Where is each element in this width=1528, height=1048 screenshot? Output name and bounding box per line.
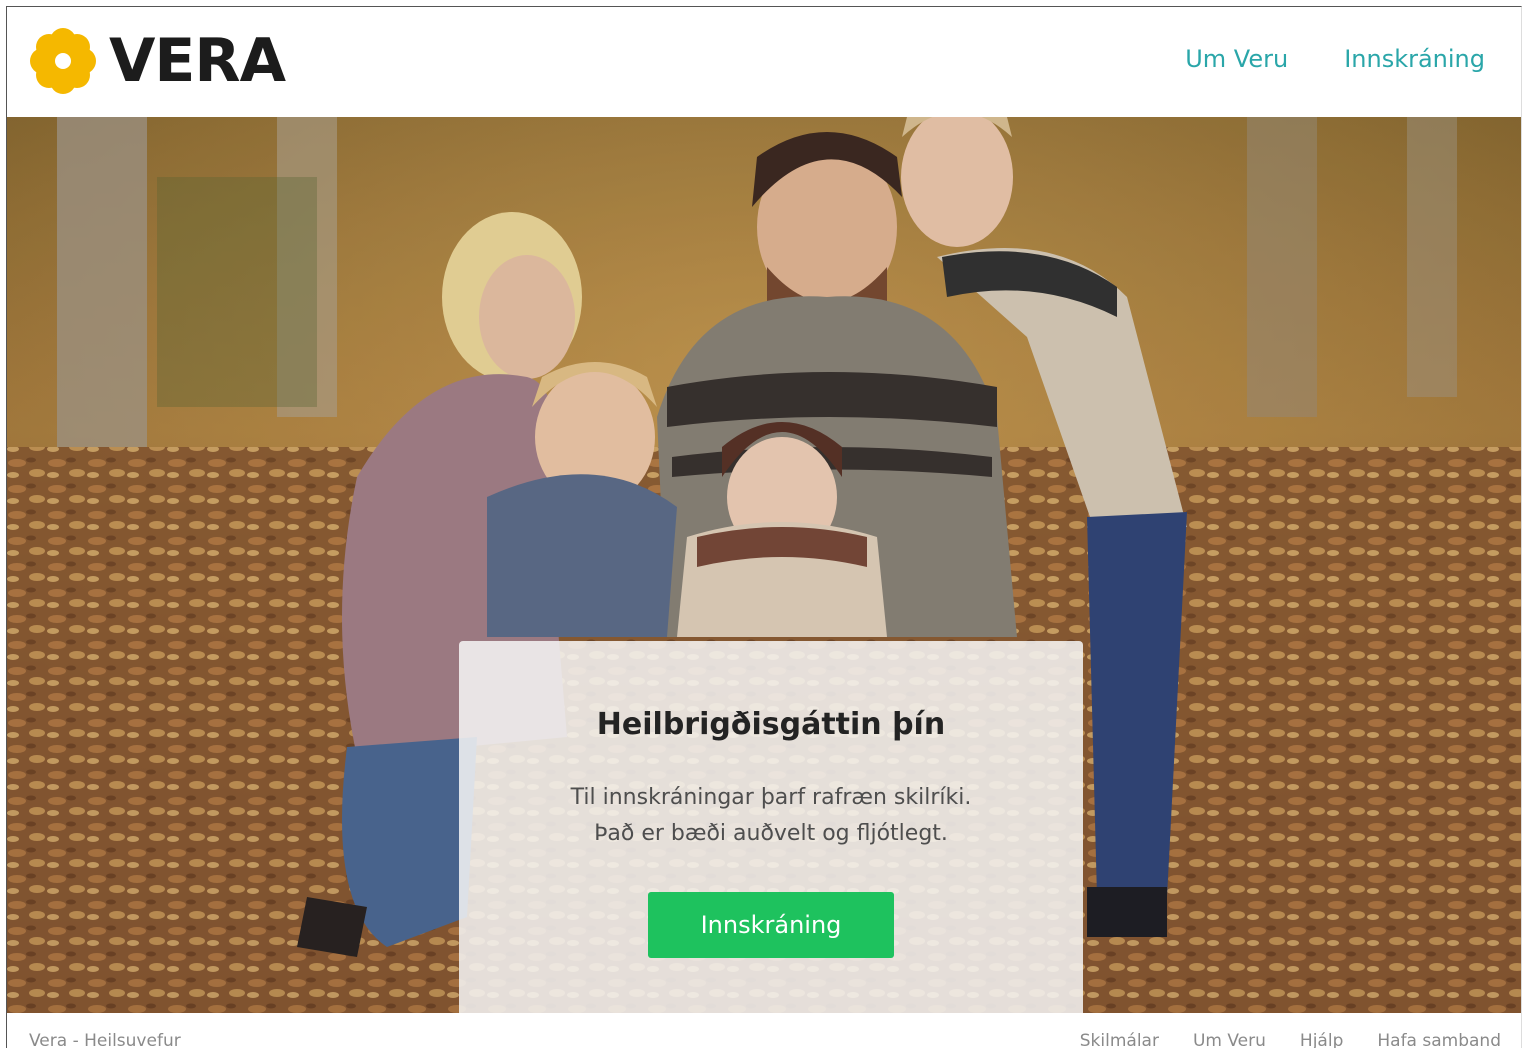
footer-link-help[interactable]: Hjálp <box>1300 1031 1343 1048</box>
card-title: Heilbrigðisgáttin þín <box>596 707 946 742</box>
nav-link-innskraning[interactable]: Innskráning <box>1344 45 1485 73</box>
login-button[interactable]: Innskráning <box>648 892 894 958</box>
footer: Vera - Heilsuvefur Skilmálar Um Veru Hjá… <box>7 1013 1521 1048</box>
card-description-line2: Það er bæði auðvelt og fljótlegt. <box>594 821 948 846</box>
card-description: Til innskráningar þarf rafræn skilríki. … <box>459 780 1083 852</box>
nav-link-um-veru[interactable]: Um Veru <box>1185 45 1288 73</box>
card-description-line1: Til innskráningar þarf rafræn skilríki. <box>570 785 972 810</box>
brand-name: VERA <box>109 26 286 96</box>
footer-site-name: Vera - Heilsuvefur <box>29 1031 181 1048</box>
top-nav: Um Veru Innskráning <box>1185 45 1485 73</box>
login-card: Heilbrigðisgáttin þín Til innskráningar … <box>459 641 1083 1013</box>
logo[interactable]: VERA <box>29 26 286 96</box>
page-frame: VERA Um Veru Innskráning Heilbrigðisgátt… <box>6 6 1522 1048</box>
header: VERA Um Veru Innskráning <box>7 7 1521 117</box>
footer-link-terms[interactable]: Skilmálar <box>1080 1031 1159 1048</box>
footer-link-about[interactable]: Um Veru <box>1193 1031 1266 1048</box>
flower-logo-icon <box>30 28 96 94</box>
footer-link-contact[interactable]: Hafa samband <box>1377 1031 1501 1048</box>
footer-links: Skilmálar Um Veru Hjálp Hafa samband <box>1080 1031 1501 1048</box>
